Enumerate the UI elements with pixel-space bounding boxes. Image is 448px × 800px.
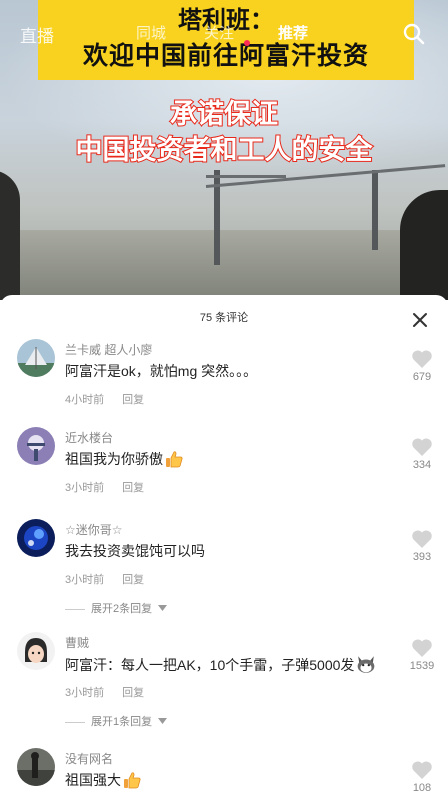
chevron-down-icon [158,718,168,724]
comment-text-row: 祖国我为你骄傲 [65,449,183,469]
comment-author[interactable]: 没有网名 [65,750,113,767]
comment-meta: 3小时前 回复 [65,571,144,587]
top-nav: 直播 同城 关注 推荐 [0,20,448,50]
tab-recommended[interactable]: 推荐 [278,22,308,43]
like-count: 1539 [409,660,435,672]
avatar[interactable] [17,427,55,465]
video-caption-line-2: 中国投资者和工人的安全 [75,134,374,166]
like-count: 334 [412,459,432,471]
reply-button[interactable]: 回复 [122,482,144,494]
like-button[interactable]: 679 [402,349,442,383]
comment-item: 曹贼 阿富汗：每人一把AK，10个手雷，子弹5000发 3小时前 回复 展开1条回… [0,632,448,732]
like-button[interactable]: 108 [402,760,442,794]
like-button[interactable]: 334 [402,437,442,471]
comment-text: 阿富汗是ok，就怕mg 突然。。。 [65,363,258,379]
search-icon[interactable] [402,22,426,46]
comment-item: 近水楼台 祖国我为你骄傲 3小时前 回复 334 [0,427,448,507]
comment-text: 阿富汗：每人一把AK，10个手雷，子弹5000发 [65,657,355,673]
expand-replies-button[interactable]: 展开1条回复 [65,713,168,729]
comment-author[interactable]: 兰卡威 超人小廖 [65,341,152,358]
like-count: 108 [412,782,432,794]
comments-panel: 75 条评论 兰卡威 超人小廖 阿富汗是ok，就怕mg 突然。。。 4小时前 回复… [0,295,448,800]
avatar[interactable] [17,748,55,786]
reply-button[interactable]: 回复 [122,394,144,406]
comment-time: 3小时前 [65,687,105,699]
heart-icon [412,438,432,456]
thumbs-up-icon [166,451,183,468]
comment-time: 3小时前 [65,574,105,586]
video-caption-line-1: 承诺保证 [169,98,279,130]
comment-count: 75 条评论 [199,312,249,324]
heart-icon [412,639,432,657]
divider [65,608,85,610]
divider [65,721,85,723]
comment-item: 兰卡威 超人小廖 阿富汗是ok，就怕mg 突然。。。 4小时前 回复 679 [0,339,448,419]
video-shadow [0,170,20,300]
heart-icon [412,530,432,548]
comment-author[interactable]: 曹贼 [65,634,89,651]
chevron-down-icon [158,605,168,611]
tab-nearby[interactable]: 同城 [136,22,166,43]
avatar[interactable] [17,339,55,377]
video-wire [206,175,286,178]
heart-icon [412,350,432,368]
like-button[interactable]: 393 [402,529,442,563]
comment-author[interactable]: 近水楼台 [65,429,113,446]
avatar[interactable] [17,519,55,557]
avatar[interactable] [17,632,55,670]
comment-author[interactable]: ☆迷你哥☆ [65,521,123,538]
comment-meta: 3小时前 回复 [65,479,144,495]
tab-following[interactable]: 关注 [204,22,234,43]
video-shadow [400,190,448,300]
close-icon[interactable] [410,310,430,330]
expand-replies-label: 展开1条回复 [91,716,153,728]
reply-button[interactable]: 回复 [122,574,144,586]
expand-replies-label: 展开2条回复 [91,603,153,615]
comment-text-row: 祖国强大 [65,770,141,790]
expand-replies-button[interactable]: 展开2条回复 [65,600,168,616]
comment-time: 4小时前 [65,394,105,406]
like-count: 393 [412,551,432,563]
comment-text: 祖国强大 [65,772,121,788]
comment-meta: 4小时前 回复 [65,391,144,407]
comment-meta: 3小时前 回复 [65,684,144,700]
video-player[interactable]: 塔利班： 欢迎中国前往阿富汗投资 直播 同城 关注 推荐 承诺保证 中国投资者和… [0,0,448,300]
notification-dot [244,40,250,46]
comment-text-row: 阿富汗：每人一把AK，10个手雷，子弹5000发 [65,654,376,675]
comment-item: 没有网名 祖国强大 108 [0,748,448,800]
like-count: 679 [412,371,432,383]
comment-item: ☆迷你哥☆ 我去投资卖馄饨可以吗 3小时前 回复 展开2条回复 393 [0,519,448,619]
like-button[interactable]: 1539 [402,638,442,672]
nav-live[interactable]: 直播 [20,22,54,47]
heart-icon [412,761,432,779]
video-pole [372,170,378,250]
comment-text: 祖国我为你骄傲 [65,451,163,467]
video-ground [0,230,448,300]
comment-text: 我去投资卖馄饨可以吗 [65,543,205,559]
comments-header: 75 条评论 [0,295,448,337]
reply-button[interactable]: 回复 [122,687,144,699]
comment-time: 3小时前 [65,482,105,494]
thumbs-up-icon [124,772,141,789]
cat-face-icon [358,656,375,673]
